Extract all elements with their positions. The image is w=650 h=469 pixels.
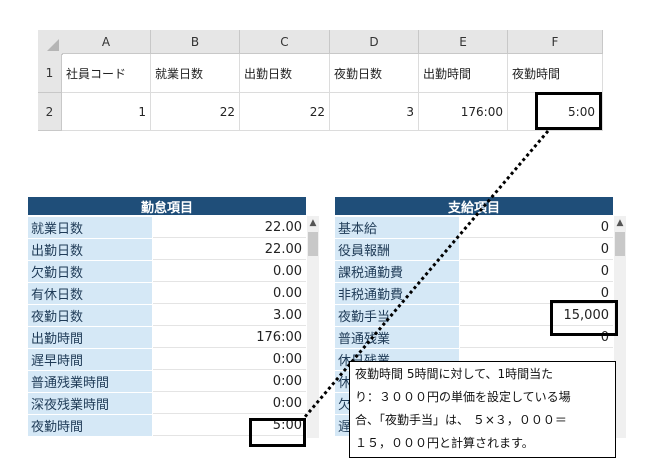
callout-line: １５，０００円と計算されます。: [355, 436, 534, 450]
callout-line: 夜勤時間 5時間に対して、1時間当た: [355, 367, 554, 381]
callout-line: 合、「夜勤手当」は、 ５×３，０００＝: [355, 413, 567, 427]
explanation-callout: 夜勤時間 5時間に対して、1時間当た り：３０００円の単価を設定している場 合、…: [349, 361, 616, 458]
callout-line: り：３０００円の単価を設定している場: [355, 390, 571, 404]
